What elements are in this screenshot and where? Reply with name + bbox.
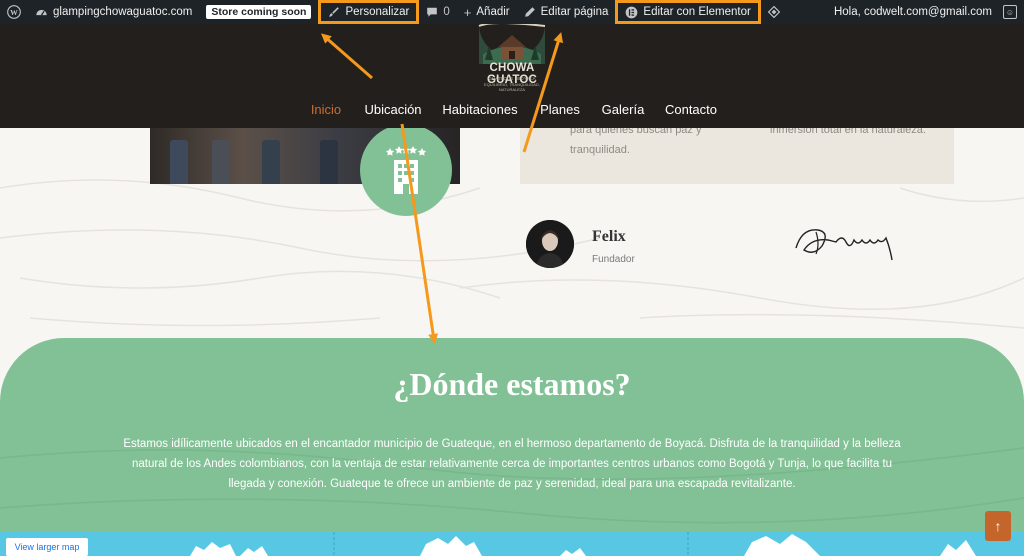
diamond-icon bbox=[767, 6, 780, 18]
section-title: ¿Dónde estamos? bbox=[393, 366, 631, 402]
user-avatar-icon: ☺ bbox=[1003, 5, 1017, 19]
comments-button[interactable]: 0 bbox=[419, 0, 456, 24]
customize-label: Personalizar bbox=[345, 6, 410, 18]
store-coming-soon-badge: Store coming soon bbox=[206, 5, 312, 19]
founder-name: Felix bbox=[592, 228, 626, 245]
wordpress-menu[interactable]: W bbox=[0, 0, 28, 24]
site-name-link[interactable]: glampingchowaguatoc.com bbox=[28, 0, 199, 24]
pencil-icon bbox=[524, 7, 535, 17]
add-new-label: Añadir bbox=[476, 6, 510, 18]
comment-icon bbox=[427, 7, 438, 17]
cabin-logo-icon bbox=[478, 24, 546, 64]
customize-button[interactable]: Personalizar bbox=[318, 0, 420, 24]
svg-text:W: W bbox=[10, 8, 18, 17]
edit-with-elementor-button[interactable]: Editar con Elementor bbox=[615, 0, 761, 24]
founder-avatar bbox=[526, 220, 574, 268]
edit-page-button[interactable]: Editar página bbox=[517, 0, 616, 24]
dashboard-icon bbox=[36, 9, 47, 15]
hotel-badge bbox=[360, 128, 452, 216]
photo-figure bbox=[212, 140, 230, 184]
logo-location: GUATEQUE · BOYACÁ bbox=[488, 76, 536, 81]
store-status[interactable]: Store coming soon bbox=[199, 0, 318, 24]
info-card: para quienes buscan paz y tranquilidad. … bbox=[520, 128, 954, 184]
card-left-line-1: para quienes buscan paz y bbox=[570, 128, 702, 136]
brush-icon bbox=[329, 7, 340, 17]
edit-page-label: Editar página bbox=[540, 6, 609, 18]
card-right-text: inmersión total en la naturaleza. bbox=[770, 128, 926, 140]
nav-item-inicio[interactable]: Inicio bbox=[306, 95, 346, 123]
greeting-label: Hola, codwelt.com@gmail.com bbox=[833, 6, 992, 18]
nav-item-galeria[interactable]: Galería bbox=[598, 95, 648, 123]
site-logo[interactable]: CHOWA GUATOC GUATEQUE · BOYACÁ EQUILIBRI… bbox=[473, 24, 551, 92]
embedded-map[interactable] bbox=[0, 532, 1024, 556]
logo-tagline: EQUILIBRIO, TRANQUILIDAD, NATURALEZA bbox=[484, 82, 540, 92]
comments-count: 0 bbox=[443, 6, 450, 18]
diamond-menu[interactable] bbox=[761, 0, 787, 24]
nav-item-contacto[interactable]: Contacto bbox=[662, 95, 720, 123]
view-larger-map-link[interactable]: View larger map bbox=[6, 538, 88, 556]
location-section: ¿Dónde estamos? Estamos idílicamente ubi… bbox=[0, 338, 1024, 556]
hotel-building-icon bbox=[385, 146, 427, 194]
main-navigation: Inicio Ubicación Habitaciones Planes Gal… bbox=[0, 95, 1024, 123]
wp-admin-bar: W glampingchowaguatoc.com Store coming s… bbox=[0, 0, 1024, 24]
card-left-text: para quienes buscan paz y tranquilidad. bbox=[570, 128, 701, 160]
founder-portrait bbox=[526, 220, 574, 268]
photo-figure bbox=[320, 140, 338, 184]
my-account-menu[interactable]: Hola, codwelt.com@gmail.com ☺ bbox=[827, 0, 1024, 24]
photo-figure bbox=[170, 140, 188, 184]
signature-image bbox=[795, 229, 893, 261]
card-right-line-1: inmersión total en la naturaleza. bbox=[770, 128, 926, 136]
nav-item-planes[interactable]: Planes bbox=[536, 95, 584, 123]
page-content: para quienes buscan paz y tranquilidad. … bbox=[0, 128, 1024, 556]
section-description: Estamos idílicamente ubicados en el enca… bbox=[123, 438, 901, 490]
nav-item-ubicacion[interactable]: Ubicación bbox=[358, 95, 428, 123]
nav-item-habitaciones[interactable]: Habitaciones bbox=[440, 95, 520, 123]
add-new-button[interactable]: + Añadir bbox=[457, 0, 517, 24]
site-name-label: glampingchowaguatoc.com bbox=[53, 6, 193, 18]
map-land bbox=[190, 532, 976, 556]
wordpress-icon: W bbox=[7, 5, 21, 19]
arrow-up-icon: ↑ bbox=[994, 518, 1002, 534]
founder-role: Fundador bbox=[592, 254, 635, 265]
plus-icon: + bbox=[463, 4, 472, 20]
elementor-label: Editar con Elementor bbox=[643, 6, 751, 18]
photo-figure bbox=[262, 140, 280, 184]
scroll-to-top-button[interactable]: ↑ bbox=[985, 511, 1011, 541]
card-left-line-2: tranquilidad. bbox=[570, 144, 630, 156]
elementor-icon bbox=[626, 6, 638, 18]
